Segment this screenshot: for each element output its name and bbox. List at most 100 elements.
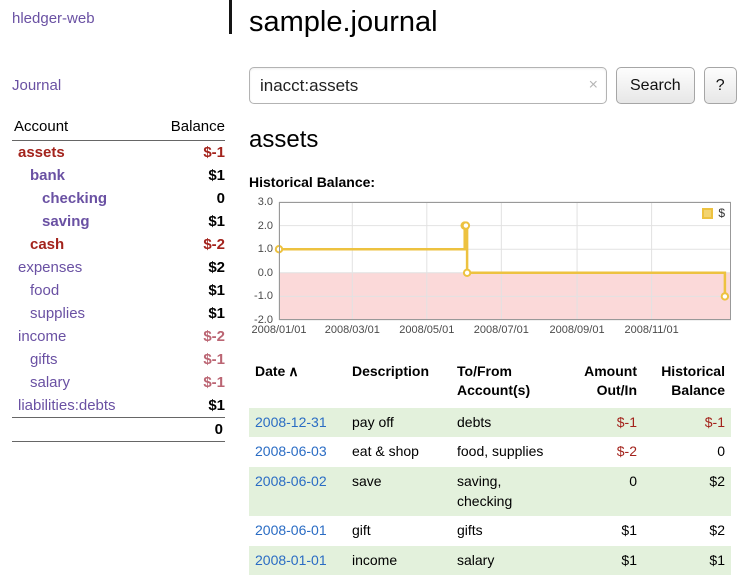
transaction-date-link[interactable]: 2008-01-01: [255, 552, 327, 568]
account-link[interactable]: cash: [30, 236, 64, 253]
accounts-header-row: Account Balance: [12, 116, 225, 141]
register-header-label: Amount Out/In: [584, 363, 637, 398]
chart-legend: $: [700, 205, 727, 221]
transaction-accounts: food, supplies: [451, 437, 563, 467]
legend-swatch-icon: [702, 208, 713, 219]
app-title-link[interactable]: hledger-web: [12, 10, 225, 27]
account-link[interactable]: income: [18, 328, 66, 345]
register-header-date[interactable]: Date∧: [249, 360, 346, 408]
transaction-description: gift: [346, 516, 451, 546]
historical-balance-chart: 3.02.01.00.0-1.0-2.0 $ 2008/01/012008/03…: [249, 202, 737, 320]
transaction-balance: $1: [643, 546, 731, 576]
account-heading: assets: [249, 126, 737, 154]
transaction-row[interactable]: 2008-12-31pay offdebts$-1$-1: [249, 408, 731, 438]
account-row: cash $-2: [12, 233, 225, 256]
chart-y-axis: 3.02.01.00.0-1.0-2.0: [249, 202, 279, 320]
journal-link[interactable]: Journal: [12, 77, 225, 94]
register-header-amount-out-in: Amount Out/In: [563, 360, 643, 408]
account-row: bank $1: [12, 164, 225, 187]
account-row: expenses$2: [12, 256, 225, 279]
transaction-amount: $1: [563, 516, 643, 546]
register-header-label: Description: [352, 363, 429, 379]
account-link[interactable]: saving: [42, 213, 90, 230]
page-title: sample.journal: [249, 6, 737, 39]
accounts-header-account: Account: [12, 116, 150, 141]
account-link[interactable]: gifts: [30, 351, 58, 368]
transaction-balance: $2: [643, 467, 731, 516]
sidebar: hledger-web Journal Account Balance asse…: [0, 0, 237, 582]
transaction-amount: $-2: [563, 437, 643, 467]
accounts-header-balance: Balance: [150, 116, 225, 141]
account-balance: $-1: [150, 371, 225, 394]
account-row: supplies $1: [12, 302, 225, 325]
search-input[interactable]: [249, 67, 607, 104]
account-link[interactable]: food: [30, 282, 59, 299]
account-link[interactable]: expenses: [18, 259, 82, 276]
account-row: checking 0: [12, 187, 225, 210]
transaction-amount: $1: [563, 546, 643, 576]
account-balance: $1: [150, 394, 225, 418]
x-axis-tick-label: 2008/07/01: [474, 324, 529, 336]
register-header-historical-balance: Historical Balance: [643, 360, 731, 408]
account-link[interactable]: bank: [30, 167, 65, 184]
transaction-row[interactable]: 2008-06-01giftgifts$1$2: [249, 516, 731, 546]
search-box: ×: [249, 67, 607, 104]
transaction-amount: $-1: [563, 408, 643, 438]
account-balance: $1: [150, 164, 225, 187]
transaction-date-link[interactable]: 2008-12-31: [255, 414, 327, 430]
x-axis-tick-label: 2008/01/01: [251, 324, 306, 336]
transaction-date-link[interactable]: 2008-06-02: [255, 473, 327, 489]
y-axis-tick-label: 3.0: [258, 196, 273, 208]
main-content: sample.journal × Search ? assets Histori…: [237, 0, 742, 582]
accounts-total-row: 0: [12, 418, 225, 442]
register-header-label: Date: [255, 363, 285, 379]
x-axis-tick-label: 2008/05/01: [399, 324, 454, 336]
y-axis-tick-label: 0.0: [258, 267, 273, 279]
transaction-row[interactable]: 2008-06-02savesaving, checking0$2: [249, 467, 731, 516]
transaction-row[interactable]: 2008-01-01incomesalary$1$1: [249, 546, 731, 576]
x-axis-tick-label: 2008/09/01: [550, 324, 605, 336]
account-link[interactable]: assets: [18, 144, 65, 161]
account-balance: $-1: [150, 348, 225, 371]
account-balance: $-1: [150, 141, 225, 165]
account-row: income$-2: [12, 325, 225, 348]
account-link[interactable]: supplies: [30, 305, 85, 322]
transaction-accounts: debts: [451, 408, 563, 438]
transaction-description: eat & shop: [346, 437, 451, 467]
transaction-date-link[interactable]: 2008-06-03: [255, 443, 327, 459]
account-balance: $-2: [150, 233, 225, 256]
clear-search-icon[interactable]: ×: [589, 76, 598, 94]
sidebar-divider: [229, 0, 232, 34]
register-table: Date∧DescriptionTo/From Account(s)Amount…: [249, 360, 731, 575]
y-axis-tick-label: 2.0: [258, 220, 273, 232]
account-link[interactable]: salary: [30, 374, 70, 391]
x-axis-tick-label: 2008/11/01: [624, 324, 678, 336]
y-axis-tick-label: 1.0: [258, 243, 273, 255]
register-header-description: Description: [346, 360, 451, 408]
account-row: food$1: [12, 279, 225, 302]
account-row: liabilities:debts $1: [12, 394, 225, 418]
search-button[interactable]: Search: [616, 67, 695, 104]
account-balance: 0: [150, 187, 225, 210]
sort-ascending-icon[interactable]: ∧: [288, 363, 298, 379]
chart-canvas: [279, 202, 731, 320]
transaction-description: pay off: [346, 408, 451, 438]
transaction-description: save: [346, 467, 451, 516]
transaction-balance: $-1: [643, 408, 731, 438]
help-button[interactable]: ?: [704, 67, 737, 104]
y-axis-tick-label: -1.0: [254, 290, 273, 302]
transaction-balance: 0: [643, 437, 731, 467]
account-row: saving$1: [12, 210, 225, 233]
transaction-accounts: gifts: [451, 516, 563, 546]
transaction-date-link[interactable]: 2008-06-01: [255, 522, 327, 538]
transaction-description: income: [346, 546, 451, 576]
x-axis-tick-label: 2008/03/01: [325, 324, 380, 336]
account-link[interactable]: checking: [42, 190, 107, 207]
chart-title: Historical Balance:: [249, 174, 737, 190]
account-row: salary $-1: [12, 371, 225, 394]
legend-label: $: [718, 206, 725, 220]
transaction-amount: 0: [563, 467, 643, 516]
transaction-row[interactable]: 2008-06-03 eat & shopfood, supplies$-20: [249, 437, 731, 467]
account-link[interactable]: liabilities:debts: [18, 397, 116, 414]
account-balance: $1: [150, 302, 225, 325]
